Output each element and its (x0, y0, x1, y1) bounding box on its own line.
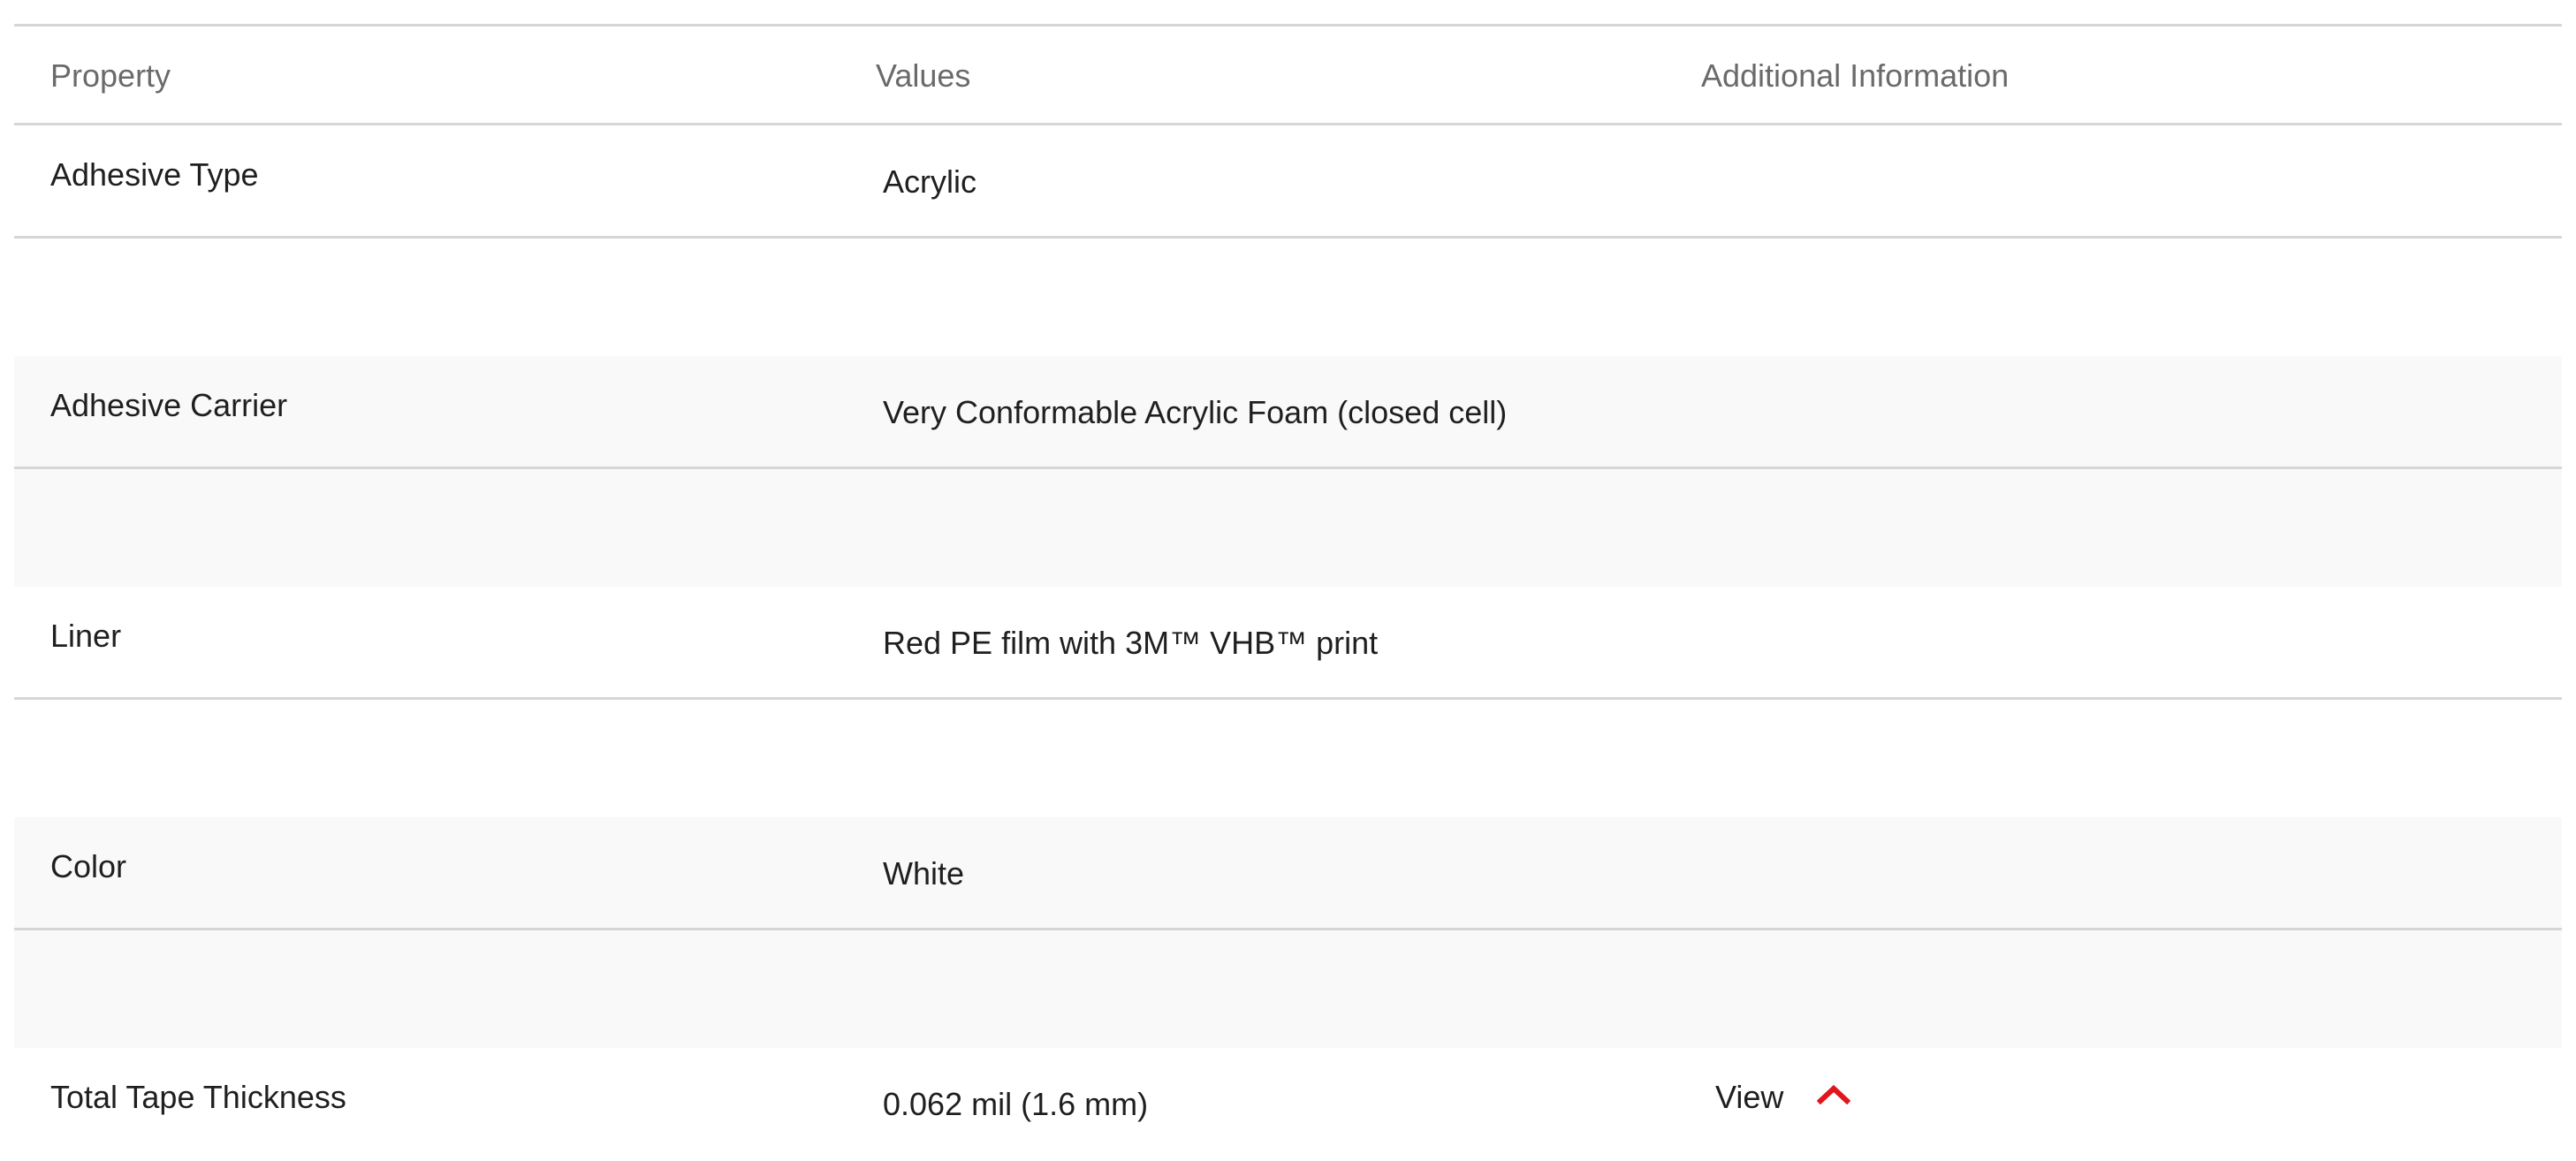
row-property: Liner (50, 618, 122, 654)
chevron-up-icon (1817, 1084, 1851, 1104)
row-property: Total Tape Thickness (50, 1079, 346, 1115)
table-row: Adhesive Carrier Very Conformable Acryli… (14, 356, 2562, 469)
properties-table: Property Values Additional Information A… (14, 24, 2562, 1161)
row-spacer (14, 469, 2562, 587)
row-value: Acrylic (883, 163, 976, 200)
table-row: Total Tape Thickness 0.062 mil (1.6 mm) … (14, 1048, 2562, 1161)
row-spacer (14, 700, 2562, 817)
row-spacer (14, 239, 2562, 356)
table-header: Property Values Additional Information (14, 27, 2562, 125)
row-property: Adhesive Carrier (50, 387, 288, 423)
table-row: Liner Red PE film with 3M™ VHB™ print (14, 587, 2562, 700)
view-label: View (1715, 1079, 1784, 1115)
row-value: White (883, 855, 965, 892)
row-value: Very Conformable Acrylic Foam (closed ce… (883, 394, 1508, 430)
header-values: Values (876, 57, 971, 94)
header-property: Property (50, 57, 171, 94)
table-row: Adhesive Type Acrylic (14, 125, 2562, 239)
view-toggle[interactable]: View (1715, 1079, 1851, 1115)
row-value: 0.062 mil (1.6 mm) (883, 1086, 1149, 1122)
header-additional-information: Additional Information (1701, 57, 2010, 94)
row-property: Color (50, 848, 127, 884)
row-spacer (14, 930, 2562, 1048)
table-row: Color White (14, 817, 2562, 930)
row-value: Red PE film with 3M™ VHB™ print (883, 625, 1379, 661)
row-property: Adhesive Type (50, 156, 259, 193)
